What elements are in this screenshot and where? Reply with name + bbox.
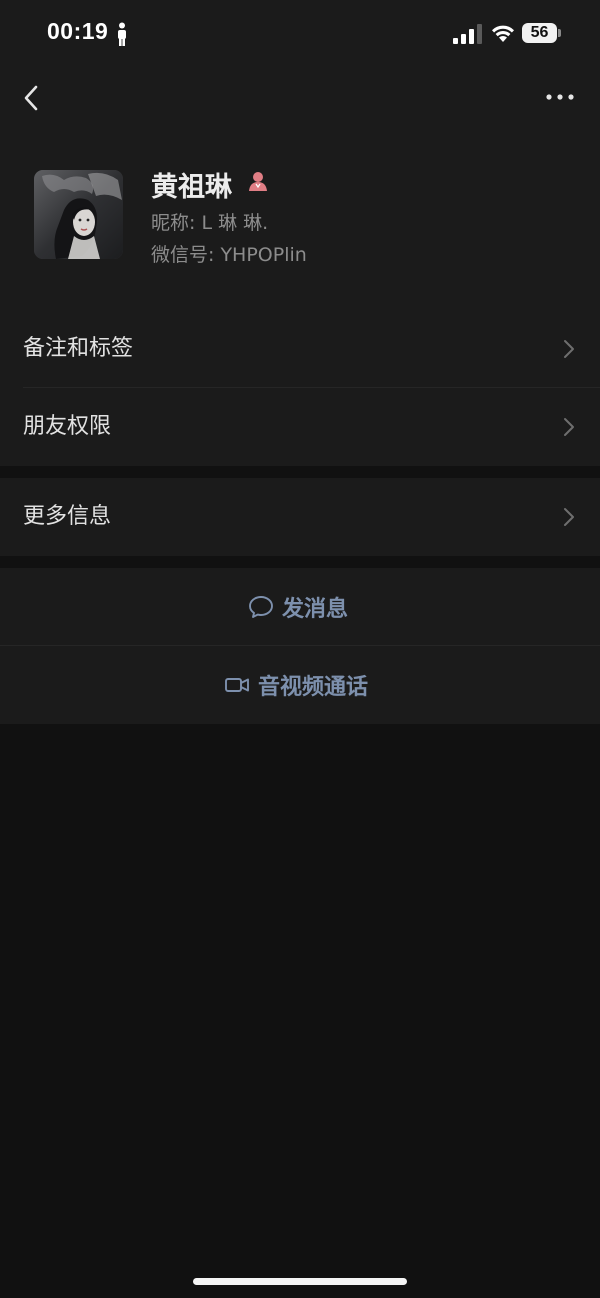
status-time: 00:19 bbox=[47, 18, 109, 44]
avatar[interactable] bbox=[34, 170, 123, 259]
remarks-and-tags-cell[interactable]: 备注和标签 bbox=[0, 310, 600, 388]
nickname: 昵称: L 琳 琳. bbox=[151, 212, 269, 234]
avatar-image bbox=[34, 170, 123, 259]
battery-indicator: 56 bbox=[522, 23, 562, 43]
chat-bubble-icon bbox=[249, 596, 273, 618]
more-info-cell[interactable]: 更多信息 bbox=[0, 478, 600, 556]
status-bar: 00:19 56 bbox=[0, 0, 600, 68]
person-icon bbox=[118, 22, 126, 46]
cell-label: 更多信息 bbox=[23, 504, 112, 529]
wifi-icon bbox=[492, 25, 514, 42]
chevron-right-icon bbox=[564, 340, 574, 358]
female-icon bbox=[249, 172, 267, 191]
cell-label: 朋友权限 bbox=[23, 414, 112, 439]
send-message-button[interactable]: 发消息 bbox=[0, 568, 600, 646]
cellular-signal-icon bbox=[453, 24, 482, 44]
friend-permissions-cell[interactable]: 朋友权限 bbox=[0, 388, 600, 466]
display-name: 黄祖琳 bbox=[151, 172, 232, 203]
voice-video-call-button[interactable]: 音视频通话 bbox=[0, 646, 600, 724]
section-gap bbox=[0, 466, 600, 478]
wechat-id: 微信号: YHPOPlin bbox=[151, 244, 307, 266]
chevron-right-icon bbox=[564, 418, 574, 436]
more-dots-icon[interactable] bbox=[544, 86, 576, 108]
section-gap bbox=[0, 556, 600, 568]
chevron-right-icon bbox=[564, 508, 574, 526]
video-camera-icon bbox=[225, 678, 249, 692]
home-indicator[interactable] bbox=[193, 1278, 407, 1285]
cell-label: 备注和标签 bbox=[23, 336, 134, 361]
action-label: 发消息 bbox=[282, 597, 349, 622]
chevron-left-icon[interactable] bbox=[18, 84, 46, 112]
action-label: 音视频通话 bbox=[258, 675, 369, 700]
battery-level: 56 bbox=[530, 24, 549, 41]
